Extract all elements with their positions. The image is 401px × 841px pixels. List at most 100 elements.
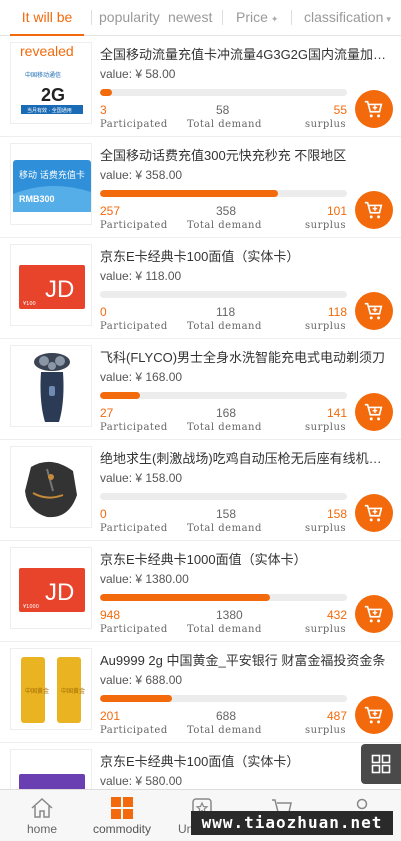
svg-text:¥100: ¥100 bbox=[23, 301, 36, 307]
surplus-label: surplus bbox=[305, 523, 347, 534]
gold-bar-icon: 中国黄金 中国黄金 bbox=[11, 649, 91, 729]
total-demand-count: 688 bbox=[216, 709, 237, 723]
product-title[interactable]: 飞科(FLYCO)男士全身水洗智能充电式电动剃须刀 bbox=[100, 347, 390, 366]
add-to-cart-icon bbox=[364, 100, 383, 118]
product-value: value: ¥ 580.00 bbox=[100, 774, 183, 788]
svg-text:中国黄金: 中国黄金 bbox=[25, 687, 49, 695]
nav-commodity-label: commodity bbox=[92, 822, 151, 836]
progress-fill bbox=[100, 190, 278, 197]
product-title[interactable]: 全国移动话费充值300元快充秒充 不限地区 bbox=[100, 145, 390, 164]
surplus-label: surplus bbox=[305, 220, 347, 231]
participated-count: 27 bbox=[100, 406, 114, 420]
progress-bar bbox=[100, 493, 347, 500]
product-title[interactable]: 京东E卡经典卡1000面值（实体卡） bbox=[100, 549, 390, 568]
add-to-cart-icon bbox=[364, 706, 383, 724]
svg-text:JD: JD bbox=[45, 276, 74, 303]
add-to-cart-button[interactable] bbox=[355, 90, 393, 128]
svg-text:¥1000: ¥1000 bbox=[23, 604, 39, 610]
total-demand-label: Total demand bbox=[187, 624, 262, 635]
list-item[interactable]: 移动 话费充值卡 RMB300 全国移动话费充值300元快充秒充 不限地区 value… bbox=[0, 137, 401, 238]
add-to-cart-button[interactable] bbox=[355, 393, 393, 431]
product-title[interactable]: 绝地求生(刺激战场)吃鸡自动压枪无后座有线机械游戏鼠标 bbox=[100, 448, 390, 467]
product-title[interactable]: 京东E卡经典卡100面值（实体卡） bbox=[100, 751, 390, 770]
list-item[interactable]: 绝地求生(刺激战场)吃鸡自动压枪无后座有线机械游戏鼠标 value: ¥ 158.… bbox=[0, 440, 401, 541]
add-to-cart-button[interactable] bbox=[355, 696, 393, 734]
product-thumbnail[interactable]: JD ¥100 bbox=[10, 244, 92, 326]
total-demand-label: Total demand bbox=[187, 725, 262, 736]
layout-toggle-button[interactable] bbox=[361, 744, 401, 784]
svg-text:RMB300: RMB300 bbox=[19, 194, 55, 204]
nav-home[interactable]: home bbox=[2, 790, 82, 841]
recharge-card-icon: 移动 话费充值卡 RMB300 bbox=[11, 144, 91, 224]
list-item[interactable]: JD ¥1000 京东E卡经典卡1000面值（实体卡） value: ¥ 1380.0… bbox=[0, 541, 401, 642]
jd-card-icon: JD ¥1000 bbox=[11, 548, 91, 628]
product-thumbnail[interactable] bbox=[10, 345, 92, 427]
progress-bar bbox=[100, 291, 347, 298]
list-item[interactable]: 飞科(FLYCO)男士全身水洗智能充电式电动剃须刀 value: ¥ 168.00… bbox=[0, 339, 401, 440]
surplus-label: surplus bbox=[305, 422, 347, 433]
tab-popularity[interactable]: popularity bbox=[99, 0, 160, 36]
surplus-count: 141 bbox=[326, 406, 347, 420]
surplus-label: surplus bbox=[305, 725, 347, 736]
product-value: value: ¥ 358.00 bbox=[100, 168, 183, 182]
surplus-label: surplus bbox=[305, 321, 347, 332]
product-thumbnail[interactable]: 移动 话费充值卡 RMB300 bbox=[10, 143, 92, 225]
svg-text:JD: JD bbox=[45, 579, 74, 606]
progress-bar bbox=[100, 190, 347, 197]
tab-price[interactable]: Price ✦ bbox=[236, 0, 278, 36]
product-value: value: ¥ 688.00 bbox=[100, 673, 183, 687]
progress-fill bbox=[100, 594, 271, 601]
progress-bar bbox=[100, 594, 347, 601]
surplus-count: 118 bbox=[327, 305, 347, 319]
product-thumbnail[interactable]: JD ¥1000 bbox=[10, 547, 92, 629]
progress-bar bbox=[100, 392, 347, 399]
add-to-cart-button[interactable] bbox=[355, 191, 393, 229]
tab-divider bbox=[91, 10, 92, 25]
total-demand-count: 358 bbox=[216, 204, 237, 218]
product-title[interactable]: 全国移动流量充值卡冲流量4G3G2G国内流量加油包 bbox=[100, 44, 390, 63]
jd-card-icon: JD ¥100 bbox=[11, 245, 91, 325]
surplus-count: 55 bbox=[333, 103, 347, 117]
add-to-cart-button[interactable] bbox=[355, 595, 393, 633]
list-item[interactable]: 中国黄金 中国黄金 Au9999 2g 中国黄金_平安银行 财富金福投资金条 valu… bbox=[0, 642, 401, 743]
surplus-count: 158 bbox=[326, 507, 347, 521]
product-title[interactable]: Au9999 2g 中国黄金_平安银行 财富金福投资金条 bbox=[100, 650, 390, 669]
total-demand-label: Total demand bbox=[187, 119, 262, 130]
tab-newest[interactable]: newest bbox=[168, 0, 212, 36]
surplus-count: 101 bbox=[326, 204, 347, 218]
tab-classification[interactable]: classification ▾ bbox=[304, 0, 391, 36]
total-demand-count: 158 bbox=[216, 507, 237, 521]
product-thumbnail[interactable] bbox=[10, 446, 92, 528]
participated-count: 257 bbox=[100, 204, 121, 218]
tab-divider bbox=[222, 10, 223, 25]
add-to-cart-button[interactable] bbox=[355, 494, 393, 532]
surplus-count: 432 bbox=[326, 608, 347, 622]
add-to-cart-icon bbox=[364, 302, 383, 320]
product-value: value: ¥ 168.00 bbox=[100, 370, 183, 384]
participated-label: Participated bbox=[100, 220, 168, 231]
svg-text:中国移动通信: 中国移动通信 bbox=[25, 71, 61, 79]
list-item[interactable]: 中国移动通信 2G 当月有效 · 全国通用 revealed 全国移动流量充值卡冲流量4… bbox=[0, 36, 401, 137]
total-demand-count: 1380 bbox=[216, 608, 243, 622]
product-value: value: ¥ 158.00 bbox=[100, 471, 183, 485]
add-to-cart-icon bbox=[364, 201, 383, 219]
participated-label: Participated bbox=[100, 422, 168, 433]
add-to-cart-button[interactable] bbox=[355, 292, 393, 330]
sort-arrows-icon: ✦ bbox=[270, 14, 279, 24]
home-icon bbox=[31, 797, 53, 818]
nav-commodity[interactable]: commodity bbox=[82, 790, 162, 841]
list-item[interactable]: JD ¥100 京东E卡经典卡100面值（实体卡） value: ¥ 118.00 0 1… bbox=[0, 238, 401, 339]
total-demand-count: 168 bbox=[216, 406, 237, 420]
progress-fill bbox=[100, 392, 140, 399]
surplus-label: surplus bbox=[305, 624, 347, 635]
svg-text:中国黄金: 中国黄金 bbox=[61, 687, 85, 695]
product-value: value: ¥ 1380.00 bbox=[100, 572, 189, 586]
total-demand-label: Total demand bbox=[187, 220, 262, 231]
participated-count: 3 bbox=[100, 103, 107, 117]
add-to-cart-icon bbox=[364, 605, 383, 623]
participated-label: Participated bbox=[100, 725, 168, 736]
product-thumbnail[interactable]: 中国黄金 中国黄金 bbox=[10, 648, 92, 730]
tab-it-will-be[interactable]: It will be bbox=[10, 0, 84, 36]
progress-bar bbox=[100, 89, 347, 96]
product-title[interactable]: 京东E卡经典卡100面值（实体卡） bbox=[100, 246, 390, 265]
